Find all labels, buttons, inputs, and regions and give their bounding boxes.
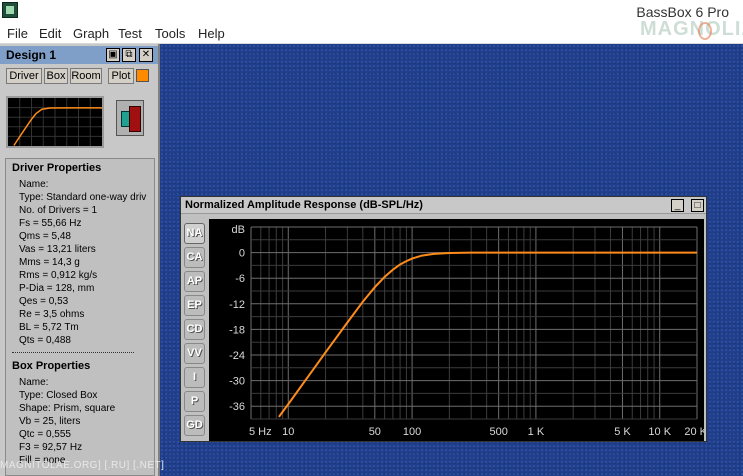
y-unit-label: dB: [232, 224, 245, 236]
title-bar: BassBox 6 Pro: [0, 0, 743, 24]
design-panel: Design 1 ▣ ⧉ ✕ Driver Box Room Plot Driv…: [0, 44, 160, 476]
box-vb: Vb = 25, liters: [19, 416, 81, 427]
driver-bl: BL = 5,72 Tm: [19, 322, 79, 333]
x-tick-label: 50: [369, 426, 381, 438]
x-tick-label: 500: [489, 426, 507, 438]
tab-ap[interactable]: AP: [184, 271, 205, 292]
tab-cd[interactable]: CD: [184, 319, 205, 340]
properties-list: Driver Properties Name: Type: Standard o…: [5, 158, 155, 476]
amplitude-response-plot: dB 0 -6 -12 -18 -24 -30 -36 5 Hz 10 50 100 500 1 K 5 K…: [229, 224, 704, 438]
app-icon[interactable]: [2, 2, 18, 18]
y-tick-label: 0: [239, 248, 245, 260]
box-f3: F3 = 92,57 Hz: [19, 442, 83, 453]
driver-properties-heading: Driver Properties: [12, 162, 102, 174]
x-tick-label: 100: [403, 426, 421, 438]
footer-watermark: MAGNITOLAE.ORG] [.RU] [.NET]: [0, 460, 165, 471]
box-name: Name:: [19, 377, 49, 388]
y-tick-label: -6: [235, 273, 245, 285]
design-panel-header: Design 1 ▣ ⧉ ✕: [0, 46, 158, 64]
mini-response-graph[interactable]: [6, 96, 104, 148]
tab-vv[interactable]: VV: [184, 343, 205, 364]
box-properties-heading: Box Properties: [12, 360, 91, 372]
tab-plot[interactable]: Plot: [108, 68, 134, 84]
close-icon[interactable]: ✕: [139, 48, 153, 62]
driver-fs: Fs = 55,66 Hz: [19, 218, 82, 229]
minimize-button[interactable]: _: [671, 199, 684, 212]
menu-file[interactable]: File: [7, 26, 28, 41]
menu-tools[interactable]: Tools: [155, 26, 185, 41]
maximize-button[interactable]: □: [691, 199, 704, 212]
y-tick-label: -24: [229, 350, 245, 362]
tab-gd[interactable]: GD: [184, 415, 205, 436]
x-tick-label: 20 K: [684, 426, 704, 438]
x-tick-label: 10 K: [648, 426, 671, 438]
x-tick-label: 5 K: [614, 426, 631, 438]
graph-window: Normalized Amplitude Response (dB-SPL/Hz…: [180, 196, 707, 442]
response-curve: [278, 251, 697, 418]
menu-help[interactable]: Help: [198, 26, 225, 41]
x-tick-label: 5 Hz: [249, 426, 272, 438]
driver-qes: Qes = 0,53: [19, 296, 69, 307]
driver-re: Re = 3,5 ohms: [19, 309, 85, 320]
save-icon[interactable]: ▣: [106, 48, 120, 62]
driver-type: Type: Standard one-way driv: [19, 192, 147, 203]
driver-pdia: P-Dia = 128, mm: [19, 283, 95, 294]
driver-vas: Vas = 13,21 liters: [19, 244, 96, 255]
tab-i[interactable]: I: [184, 367, 205, 388]
graph-window-title: Normalized Amplitude Response (dB-SPL/Hz…: [185, 199, 423, 211]
menu-graph[interactable]: Graph: [73, 26, 109, 41]
driver-rms: Rms = 0,912 kg/s: [19, 270, 98, 281]
menu-edit[interactable]: Edit: [39, 26, 61, 41]
tab-box[interactable]: Box: [44, 68, 68, 84]
mini-response-plot: [8, 98, 102, 146]
watermark-logo: MAGNOLIA: [640, 18, 743, 41]
driver-count: No. of Drivers = 1: [19, 205, 98, 216]
y-tick-label: -18: [229, 324, 245, 336]
x-tick-label: 10: [282, 426, 294, 438]
menu-bar: File Edit Graph Test Tools Help: [0, 24, 743, 44]
driver-mms: Mms = 14,3 g: [19, 257, 80, 268]
tab-driver[interactable]: Driver: [6, 68, 42, 84]
design-title: Design 1: [6, 48, 57, 62]
box-qtc: Qtc = 0,555: [19, 429, 71, 440]
tab-room[interactable]: Room: [70, 68, 102, 84]
menu-test[interactable]: Test: [118, 26, 142, 41]
tab-ep[interactable]: EP: [184, 295, 205, 316]
copy-icon[interactable]: ⧉: [122, 48, 136, 62]
speaker-icon[interactable]: [116, 100, 144, 136]
x-tick-label: 1 K: [528, 426, 545, 438]
box-shape: Shape: Prism, square: [19, 403, 116, 414]
y-tick-label: -30: [229, 376, 245, 388]
tab-p[interactable]: P: [184, 391, 205, 412]
driver-qms: Qms = 5,48: [19, 231, 71, 242]
y-tick-label: -12: [229, 299, 245, 311]
driver-qts: Qts = 0,488: [19, 335, 71, 346]
y-tick-label: -36: [229, 401, 245, 413]
amplitude-response-chart[interactable]: dB 0 -6 -12 -18 -24 -30 -36 5 Hz 10 50 100 500 1 K 5 K…: [209, 219, 704, 441]
properties-divider: [12, 352, 134, 353]
graph-window-title-bar[interactable]: Normalized Amplitude Response (dB-SPL/Hz…: [181, 197, 706, 214]
driver-name: Name:: [19, 179, 49, 190]
plot-color-swatch[interactable]: [136, 69, 149, 82]
box-type: Type: Closed Box: [19, 390, 98, 401]
tab-ca[interactable]: CA: [184, 247, 205, 268]
tab-na[interactable]: NA: [184, 223, 205, 244]
